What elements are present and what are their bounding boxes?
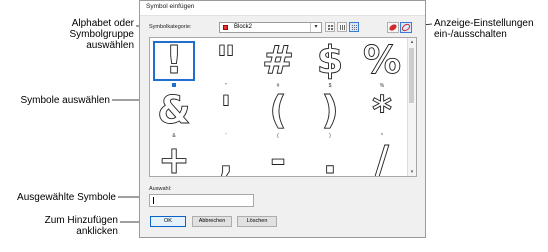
- selection-label: Auswahl:: [149, 186, 172, 192]
- chevron-down-icon[interactable]: ▾: [310, 23, 321, 32]
- symbol-label: $: [328, 83, 332, 89]
- symbol-glyph: #: [262, 38, 295, 82]
- symbol-label: &: [172, 133, 176, 139]
- selected-symbols-field[interactable]: [149, 194, 254, 207]
- outline-color-toggle[interactable]: [400, 22, 412, 33]
- symbol-cell[interactable]: (: [258, 88, 298, 133]
- symbol-cell[interactable]: /: [362, 138, 402, 177]
- symbol-glyph: +: [158, 138, 191, 177]
- symbol-glyph: %: [363, 38, 402, 82]
- text-cursor: [153, 197, 154, 204]
- columns-view-button[interactable]: [337, 22, 347, 32]
- symbol-glyph: /: [375, 138, 390, 177]
- symbol-cell[interactable]: $: [310, 38, 350, 82]
- symbol-cell[interactable]: %: [362, 38, 402, 82]
- scroll-up-icon[interactable]: ▴: [408, 38, 416, 46]
- symbol-glyph: *: [372, 88, 393, 133]
- insert-symbol-dialog: Symbol einfügen Symbolkategorie: Block2 …: [139, 0, 426, 238]
- fill-color-toggle[interactable]: [387, 22, 399, 33]
- symbol-char: $: [317, 42, 343, 80]
- symbol-glyph: !: [165, 38, 183, 82]
- symbol-glyph: $: [316, 38, 343, 82]
- dialog-title: Symbol einfügen: [146, 3, 195, 10]
- symbol-char: -: [270, 142, 286, 177]
- clear-button[interactable]: Löschen: [237, 216, 277, 227]
- symbol-glyph: &: [157, 88, 191, 133]
- symbol-cell[interactable]: -: [258, 138, 298, 177]
- symbol-char: #: [262, 42, 294, 80]
- symbol-char: !: [165, 42, 182, 80]
- symbol-glyph: ,: [218, 138, 233, 177]
- symbol-grid[interactable]: ! " " # # $ $%% & & ' '(()) * * +, -. / ▴ ▾: [149, 37, 417, 177]
- callout-alphabet: Alphabet oder Symbolgruppe auswählen: [69, 18, 134, 51]
- callout-add: Zum Hinzufügen anklicken: [44, 215, 118, 237]
- symbol-glyph: ): [321, 88, 339, 133]
- fill-color-icon: [389, 24, 397, 31]
- symbol-glyph: ": [216, 38, 237, 82]
- symbol-cell[interactable]: ': [206, 88, 246, 133]
- symbol-char: /: [375, 142, 389, 177]
- symbol-cell[interactable]: #: [258, 38, 298, 82]
- symbol-cell[interactable]: ": [206, 38, 246, 82]
- symbol-glyph: -: [270, 138, 287, 177]
- symbol-label: #: [276, 83, 280, 89]
- symbol-label: ": [225, 83, 227, 89]
- symbol-char: ": [216, 42, 236, 80]
- symbol-char: ): [321, 92, 338, 130]
- symbol-char: +: [158, 142, 190, 177]
- outline-color-icon: [401, 23, 411, 32]
- symbol-grid-scrollbar[interactable]: ▴ ▾: [407, 38, 416, 176]
- symbol-char: &: [157, 92, 190, 130]
- symbol-cell[interactable]: ): [310, 88, 350, 133]
- ok-button[interactable]: OK: [150, 216, 186, 227]
- callout-display: Anzeige-Einstellungen ein-/ausschalten: [434, 18, 534, 40]
- callout-selected: Ausgewählte Symbole: [17, 192, 116, 203]
- symbol-cell[interactable]: &: [154, 88, 194, 133]
- large-icons-view-button[interactable]: [325, 22, 335, 32]
- symbol-char: ,: [219, 142, 233, 177]
- symbol-char: .: [323, 142, 337, 177]
- symbol-glyph: (: [269, 88, 287, 133]
- symbol-glyph: .: [322, 138, 337, 177]
- cancel-button[interactable]: Abbrechen: [192, 216, 232, 227]
- scroll-thumb[interactable]: [409, 48, 414, 103]
- symbol-cell[interactable]: !: [153, 38, 195, 82]
- block-icon: [223, 25, 228, 30]
- symbol-char: (: [269, 92, 286, 130]
- symbol-label: ': [225, 133, 227, 139]
- symbol-glyph: ': [220, 88, 233, 133]
- symbol-char: %: [363, 42, 401, 80]
- symbol-cell[interactable]: *: [362, 88, 402, 133]
- symbol-label: %: [379, 83, 385, 89]
- symbol-char: ': [220, 92, 232, 130]
- symbol-cell[interactable]: ,: [206, 138, 246, 177]
- symbol-char: *: [372, 92, 392, 130]
- grid-view-button[interactable]: [349, 22, 359, 32]
- symbol-cell[interactable]: .: [310, 138, 350, 177]
- selection-marker: [172, 83, 176, 87]
- callout-symbols: Symbole auswählen: [20, 95, 111, 106]
- symbol-label: ): [329, 133, 331, 139]
- category-dropdown[interactable]: Block2 ▾: [219, 22, 322, 33]
- symbol-label: *: [381, 133, 383, 139]
- symbol-label: (: [277, 133, 279, 139]
- symbol-cell[interactable]: +: [154, 138, 194, 177]
- category-label: Symbolkategorie:: [149, 24, 192, 30]
- scroll-down-icon[interactable]: ▾: [408, 168, 416, 176]
- category-value: Block2: [234, 24, 253, 30]
